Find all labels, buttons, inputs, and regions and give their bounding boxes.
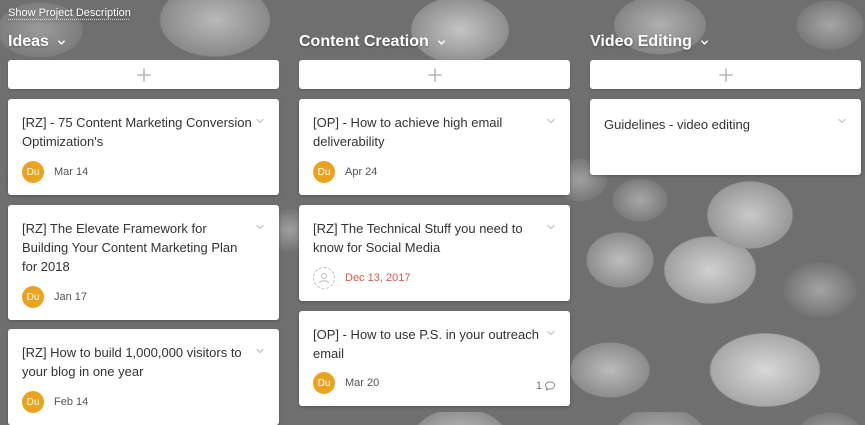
column-header-content-creation[interactable]: Content Creation [299, 31, 570, 53]
column-title: Ideas [8, 33, 49, 50]
chevron-down-icon[interactable] [255, 222, 265, 232]
chevron-down-icon[interactable] [437, 37, 447, 47]
column-content-creation: Content Creation [OP] - How to achieve h… [299, 31, 570, 406]
column-title: Content Creation [299, 33, 429, 50]
card-footer: Du Jan 17 [22, 286, 87, 308]
column-ideas: Ideas [RZ] - 75 Content Marketing Conver… [8, 31, 279, 425]
task-card[interactable]: [OP] - How to achieve high email deliver… [299, 99, 570, 195]
column-video-editing: Video Editing Guidelines - video editing [590, 31, 861, 175]
avatar[interactable]: Du [22, 391, 44, 413]
card-footer: Dec 13, 2017 [313, 267, 410, 289]
comment-count-value: 1 [535, 380, 542, 392]
task-card[interactable]: [RZ] How to build 1,000,000 visitors to … [8, 329, 279, 425]
avatar[interactable]: Du [313, 161, 335, 183]
card-footer: Du Mar 20 [313, 372, 379, 394]
chevron-down-icon[interactable] [255, 346, 265, 356]
task-card[interactable]: [OP] - How to use P.S. in your outreach … [299, 311, 570, 406]
column-header-video-editing[interactable]: Video Editing [590, 31, 861, 53]
plus-icon [136, 67, 151, 82]
avatar[interactable]: Du [22, 286, 44, 308]
task-card[interactable]: [RZ] The Elevate Framework for Building … [8, 205, 279, 320]
card-title: [OP] - How to achieve high email deliver… [313, 115, 503, 149]
card-title: [RZ] - 75 Content Marketing Conversion O… [22, 115, 252, 149]
column-title: Video Editing [590, 33, 692, 50]
card-title: Guidelines - video editing [604, 117, 750, 132]
due-date: Feb 14 [54, 396, 89, 408]
chevron-down-icon[interactable] [546, 222, 556, 232]
card-footer: Du Apr 24 [313, 161, 377, 183]
chevron-down-icon[interactable] [57, 37, 67, 47]
chevron-down-icon[interactable] [546, 328, 556, 338]
comment-count[interactable]: 1 [536, 380, 556, 392]
card-footer: Du Feb 14 [22, 391, 88, 413]
due-date: Mar 20 [345, 377, 380, 389]
card-title: [OP] - How to use P.S. in your outreach … [313, 327, 539, 361]
card-footer: Du Mar 14 [22, 161, 88, 183]
chevron-down-icon[interactable] [837, 116, 847, 126]
card-title: [RZ] The Technical Stuff you need to kno… [313, 221, 523, 255]
user-placeholder-icon[interactable] [313, 267, 335, 289]
due-date: Jan 17 [54, 291, 88, 303]
avatar[interactable]: Du [313, 372, 335, 394]
task-card[interactable]: Guidelines - video editing [590, 99, 861, 175]
chevron-down-icon[interactable] [546, 116, 556, 126]
plus-icon [718, 67, 733, 82]
task-card[interactable]: [RZ] The Technical Stuff you need to kno… [299, 205, 570, 301]
due-date: Apr 24 [345, 166, 378, 178]
chevron-down-icon[interactable] [700, 37, 710, 47]
add-card-button[interactable] [8, 60, 279, 89]
comment-icon [544, 380, 556, 392]
show-project-description-link[interactable]: Show Project Description [8, 7, 131, 19]
avatar[interactable]: Du [22, 161, 44, 183]
add-card-button[interactable] [590, 60, 861, 89]
chevron-down-icon[interactable] [255, 116, 265, 126]
card-title: [RZ] How to build 1,000,000 visitors to … [22, 345, 242, 379]
due-date: Mar 14 [54, 166, 89, 178]
card-title: [RZ] The Elevate Framework for Building … [22, 221, 238, 274]
add-card-button[interactable] [299, 60, 570, 89]
due-date: Dec 13, 2017 [345, 272, 411, 284]
plus-icon [427, 67, 442, 82]
task-card[interactable]: [RZ] - 75 Content Marketing Conversion O… [8, 99, 279, 195]
column-header-ideas[interactable]: Ideas [8, 31, 279, 53]
